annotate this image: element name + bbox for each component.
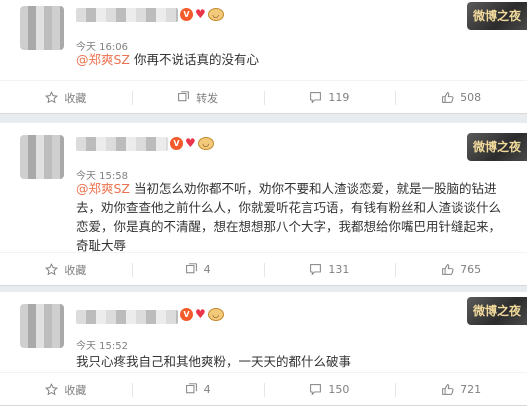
- username-blurred[interactable]: [76, 310, 178, 324]
- like-count: 765: [460, 263, 482, 276]
- like-button[interactable]: 765: [395, 253, 527, 286]
- comment-card: V ♥ ◡ 微博之夜 今天 15:58 @郑爽SZ 当初怎么劝你都不听，劝你不要…: [0, 123, 527, 286]
- event-banner[interactable]: 微博之夜: [467, 2, 527, 30]
- event-banner[interactable]: 微博之夜: [467, 297, 527, 325]
- repost-count: 4: [203, 263, 211, 276]
- comment-text: @郑爽SZ 当初怎么劝你都不听，劝你不要和人渣谈恋爱，就是一股脑的钻进去，劝你查…: [76, 179, 507, 255]
- comment-icon: [309, 263, 322, 276]
- comment-card: V ♥ ◡ 微博之夜 今天 15:52 我只心疼我自己和其他爽粉，一天天的都什么…: [0, 292, 527, 406]
- vip-badge-icon: V: [180, 308, 193, 321]
- favorite-button[interactable]: 收藏: [0, 373, 132, 406]
- comment-count: 119: [328, 91, 350, 104]
- avatar[interactable]: [20, 304, 64, 348]
- comment-button[interactable]: 119: [263, 81, 396, 114]
- user-badges: V ♥ ◡: [170, 137, 214, 150]
- thumbs-up-icon: [441, 91, 454, 104]
- emoji-badge-icon: ◡: [207, 308, 224, 321]
- heart-badge-icon: ♥: [195, 307, 206, 321]
- favorite-label: 收藏: [64, 263, 87, 277]
- repost-button[interactable]: 4: [131, 253, 264, 286]
- comment-text: @郑爽SZ 你再不说话真的没有心: [76, 50, 507, 69]
- thumbs-up-icon: [441, 263, 454, 276]
- heart-badge-icon: ♥: [195, 7, 206, 21]
- star-icon: [45, 263, 59, 276]
- comment-icon: [309, 383, 322, 396]
- favorite-label: 收藏: [64, 383, 87, 397]
- action-bar: 收藏 4 131 765: [0, 252, 527, 286]
- comment-body: 当初怎么劝你都不听，劝你不要和人渣谈恋爱，就是一股脑的钻进去，劝你查查他之前什么…: [76, 181, 502, 253]
- emoji-badge-icon: ◡: [197, 137, 214, 150]
- mention-link[interactable]: @郑爽SZ: [76, 52, 130, 67]
- comment-card: V ♥ ◡ 微博之夜 今天 16:06 @郑爽SZ 你再不说话真的没有心 收藏 …: [0, 0, 527, 114]
- event-banner[interactable]: 微博之夜: [467, 133, 527, 161]
- comment-body: 你再不说话真的没有心: [130, 52, 259, 67]
- username-blurred[interactable]: [76, 137, 168, 151]
- vip-badge-icon: V: [180, 8, 193, 21]
- like-button[interactable]: 508: [395, 81, 527, 114]
- repost-icon: [185, 263, 198, 276]
- thumbs-up-icon: [441, 383, 454, 396]
- comment-button[interactable]: 150: [263, 373, 396, 406]
- repost-label: 转发: [196, 91, 219, 105]
- mention-link[interactable]: @郑爽SZ: [76, 181, 130, 196]
- repost-button[interactable]: 4: [131, 373, 264, 406]
- favorite-label: 收藏: [64, 91, 87, 105]
- vip-badge-icon: V: [170, 137, 183, 150]
- action-bar: 收藏 转发 119 508: [0, 80, 527, 114]
- favorite-button[interactable]: 收藏: [0, 81, 132, 114]
- heart-badge-icon: ♥: [185, 136, 196, 150]
- like-count: 508: [460, 91, 482, 104]
- repost-button[interactable]: 转发: [131, 81, 264, 114]
- user-badges: V ♥ ◡: [180, 308, 224, 321]
- timestamp[interactable]: 今天 15:52: [76, 337, 128, 352]
- action-bar: 收藏 4 150 721: [0, 372, 527, 406]
- weibo-comment-feed: V ♥ ◡ 微博之夜 今天 16:06 @郑爽SZ 你再不说话真的没有心 收藏 …: [0, 0, 527, 406]
- star-icon: [45, 91, 59, 104]
- comment-count: 150: [328, 383, 350, 396]
- repost-count: 4: [203, 383, 211, 396]
- star-icon: [45, 383, 59, 396]
- repost-icon: [177, 91, 190, 104]
- avatar[interactable]: [20, 135, 64, 179]
- like-button[interactable]: 721: [395, 373, 527, 406]
- username-blurred[interactable]: [76, 8, 178, 22]
- user-badges: V ♥ ◡: [180, 8, 224, 21]
- comment-count: 131: [328, 263, 350, 276]
- comment-button[interactable]: 131: [263, 253, 396, 286]
- comment-text: 我只心疼我自己和其他爽粉，一天天的都什么破事: [76, 352, 507, 371]
- comment-icon: [309, 91, 322, 104]
- comment-body: 我只心疼我自己和其他爽粉，一天天的都什么破事: [76, 354, 352, 369]
- repost-icon: [185, 383, 198, 396]
- emoji-badge-icon: ◡: [207, 8, 224, 21]
- avatar[interactable]: [20, 6, 64, 50]
- favorite-button[interactable]: 收藏: [0, 253, 132, 286]
- like-count: 721: [460, 383, 482, 396]
